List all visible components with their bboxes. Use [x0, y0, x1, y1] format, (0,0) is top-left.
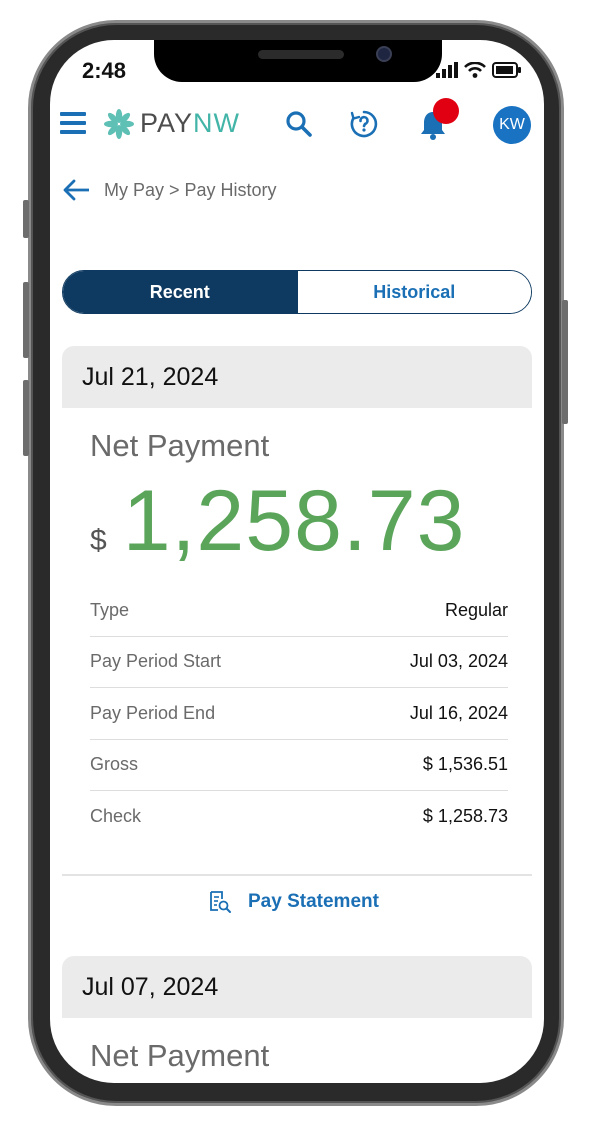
power-button — [562, 300, 568, 424]
app-header: PAYNW KW — [50, 98, 544, 150]
search-icon[interactable] — [285, 110, 313, 138]
help-icon[interactable] — [349, 109, 379, 139]
pay-statement-link[interactable]: Pay Statement — [208, 890, 379, 914]
back-arrow-icon[interactable] — [62, 178, 90, 202]
status-time: 2:48 — [82, 58, 127, 83]
phone-screen: 2:48 PAYNW KW My Pay > Pay History Recen… — [50, 40, 544, 1083]
signal-icon — [436, 62, 458, 78]
avatar[interactable]: KW — [493, 106, 531, 144]
notification-badge — [433, 98, 459, 124]
notch — [154, 40, 442, 82]
detail-label: Pay Period End — [90, 702, 216, 723]
detail-label: Pay Period Start — [90, 651, 222, 672]
detail-label: Gross — [90, 754, 139, 775]
tab-recent[interactable]: Recent — [63, 271, 297, 313]
status-icons — [436, 62, 522, 78]
detail-value: Jul 16, 2024 — [409, 702, 508, 723]
currency-symbol: $ — [90, 524, 107, 557]
paynw-logo: PAYNW — [104, 108, 240, 139]
payment-date-header: Jul 21, 2024 — [62, 346, 532, 408]
speaker-grille — [258, 50, 344, 59]
detail-value: Regular — [444, 599, 508, 620]
net-payment-label: Net Payment — [90, 428, 270, 463]
payment-date-header: Jul 07, 2024 — [62, 956, 532, 1018]
detail-row-gross: Gross $ 1,536.51 — [90, 740, 508, 791]
volume-down-button — [23, 380, 29, 456]
payment-details: Type Regular Pay Period Start Jul 03, 20… — [90, 585, 508, 843]
mute-switch — [23, 200, 29, 238]
detail-value: $ 1,258.73 — [422, 806, 508, 827]
net-payment-amount-row: $ 1,258.73 — [90, 472, 465, 571]
pay-history-tabs: Recent Historical — [62, 270, 532, 314]
tab-historical[interactable]: Historical — [296, 271, 531, 313]
detail-row-type: Type Regular — [90, 585, 508, 637]
detail-label: Type — [90, 599, 130, 620]
logo-text-pay: PAY — [140, 108, 194, 138]
breadcrumb: My Pay > Pay History — [62, 178, 277, 202]
logo-text-nw: NW — [193, 108, 241, 138]
net-payment-amount: 1,258.73 — [122, 473, 466, 569]
detail-label: Check — [90, 806, 142, 827]
menu-icon[interactable] — [60, 112, 86, 136]
battery-icon — [492, 62, 521, 78]
pay-statement-label: Pay Statement — [248, 891, 379, 912]
net-payment-label: Net Payment — [90, 1038, 270, 1073]
front-camera — [376, 46, 392, 62]
wifi-icon — [464, 62, 486, 78]
document-search-icon — [210, 891, 231, 913]
logo-star-icon — [104, 108, 134, 139]
card-divider — [62, 874, 532, 876]
detail-row-pay-period-start: Pay Period Start Jul 03, 2024 — [90, 637, 508, 688]
volume-up-button — [23, 282, 29, 358]
detail-value: $ 1,536.51 — [422, 754, 508, 775]
detail-row-pay-period-end: Pay Period End Jul 16, 2024 — [90, 688, 508, 740]
breadcrumb-text[interactable]: My Pay > Pay History — [104, 180, 277, 201]
detail-value: Jul 03, 2024 — [409, 651, 508, 672]
detail-row-check: Check $ 1,258.73 — [90, 791, 508, 843]
